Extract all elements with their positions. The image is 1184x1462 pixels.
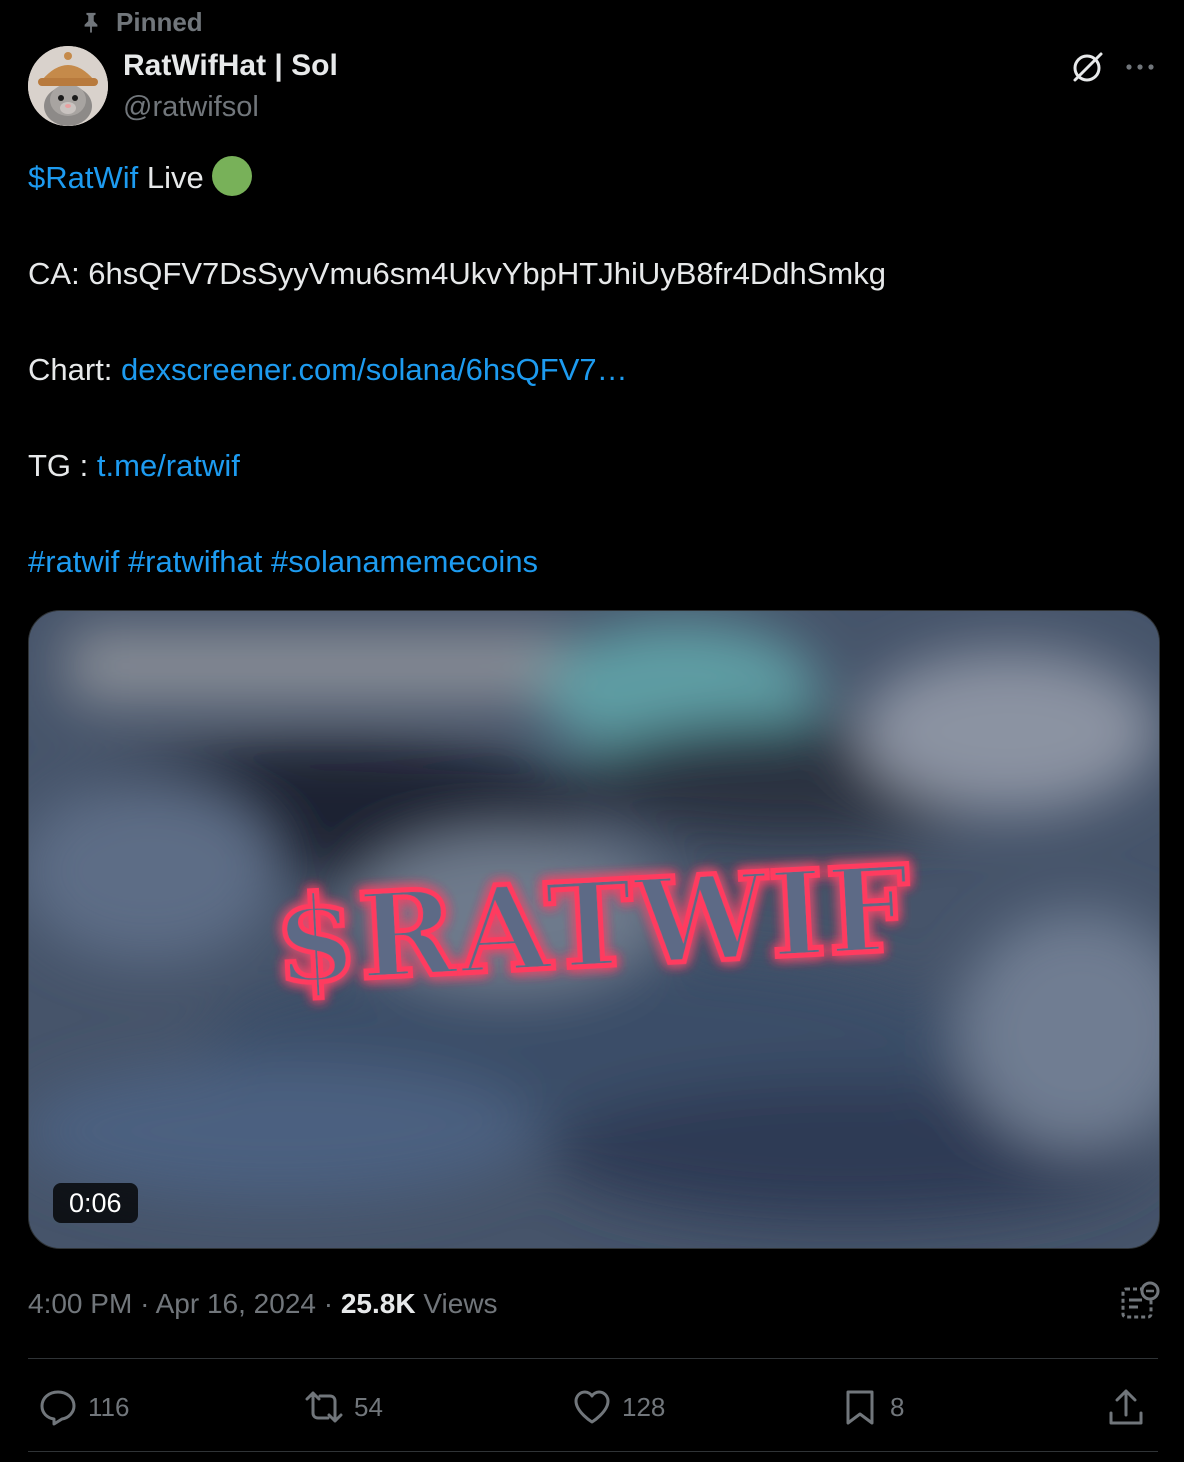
divider [28, 1358, 1158, 1359]
green-circle-emoji [211, 156, 252, 196]
bookmark-button[interactable]: 8 [840, 1378, 904, 1436]
share-icon [1109, 1389, 1143, 1425]
video-thumbnail: $RATWIF [29, 611, 1159, 1248]
hashtag-link[interactable]: #ratwif [28, 544, 119, 579]
views-count: 25.8K [340, 1288, 416, 1319]
contract-address: CA: 6hsQFV7DsSyyVmu6sm4UkvYbpHTJhiUyB8fr… [28, 256, 886, 291]
more-options-icon[interactable] [1122, 52, 1158, 82]
pinned-indicator: Pinned [80, 6, 203, 38]
video-player[interactable]: $RATWIF 0:06 [28, 610, 1160, 1249]
author-name[interactable]: RatWifHat | Sol [123, 46, 338, 86]
chart-label: Chart: [28, 352, 122, 387]
heart-icon [574, 1390, 610, 1424]
pinned-label: Pinned [116, 6, 203, 37]
video-duration: 0:06 [53, 1183, 138, 1223]
reply-count: 116 [88, 1391, 130, 1422]
hashtag-link[interactable]: #solanamemecoins [271, 544, 538, 579]
repost-button[interactable]: 54 [304, 1378, 383, 1436]
reply-button[interactable]: 116 [38, 1378, 129, 1436]
analytics-icon[interactable] [1118, 1280, 1160, 1322]
repost-icon [305, 1391, 343, 1423]
reply-icon [40, 1390, 76, 1426]
tweet-meta: 4:00 PM · Apr 16, 2024 · 25.8K Views [28, 1288, 498, 1319]
bookmark-icon [846, 1390, 874, 1425]
tweet-time[interactable]: 4:00 PM [28, 1288, 132, 1319]
grok-icon[interactable] [1068, 48, 1106, 86]
like-count: 128 [622, 1391, 666, 1422]
cashtag-link[interactable]: $RatWif [28, 160, 138, 195]
author-handle[interactable]: @ratwifsol [123, 88, 259, 126]
repost-count: 54 [354, 1391, 383, 1422]
chart-link[interactable]: dexscreener.com/solana/6hsQFV7… [121, 352, 628, 387]
share-button[interactable] [1106, 1378, 1146, 1436]
action-bar: 116 54 128 8 [28, 1378, 1158, 1436]
bookmark-count: 8 [890, 1391, 905, 1422]
like-button[interactable]: 128 [572, 1378, 665, 1436]
pin-icon [84, 12, 98, 33]
rat-avatar-icon [28, 46, 108, 126]
tg-label: TG : [28, 448, 97, 483]
tweet-date[interactable]: Apr 16, 2024 [156, 1288, 316, 1319]
avatar[interactable] [28, 46, 108, 126]
telegram-link[interactable]: t.me/ratwif [97, 448, 240, 483]
tweet-text: $RatWif Live CA: 6hsQFV7DsSyyVmu6sm4UkvY… [28, 154, 1158, 586]
live-text: Live [138, 160, 204, 195]
divider [28, 1451, 1158, 1452]
views-label: Views [423, 1288, 498, 1319]
hashtag-link[interactable]: #ratwifhat [128, 544, 262, 579]
